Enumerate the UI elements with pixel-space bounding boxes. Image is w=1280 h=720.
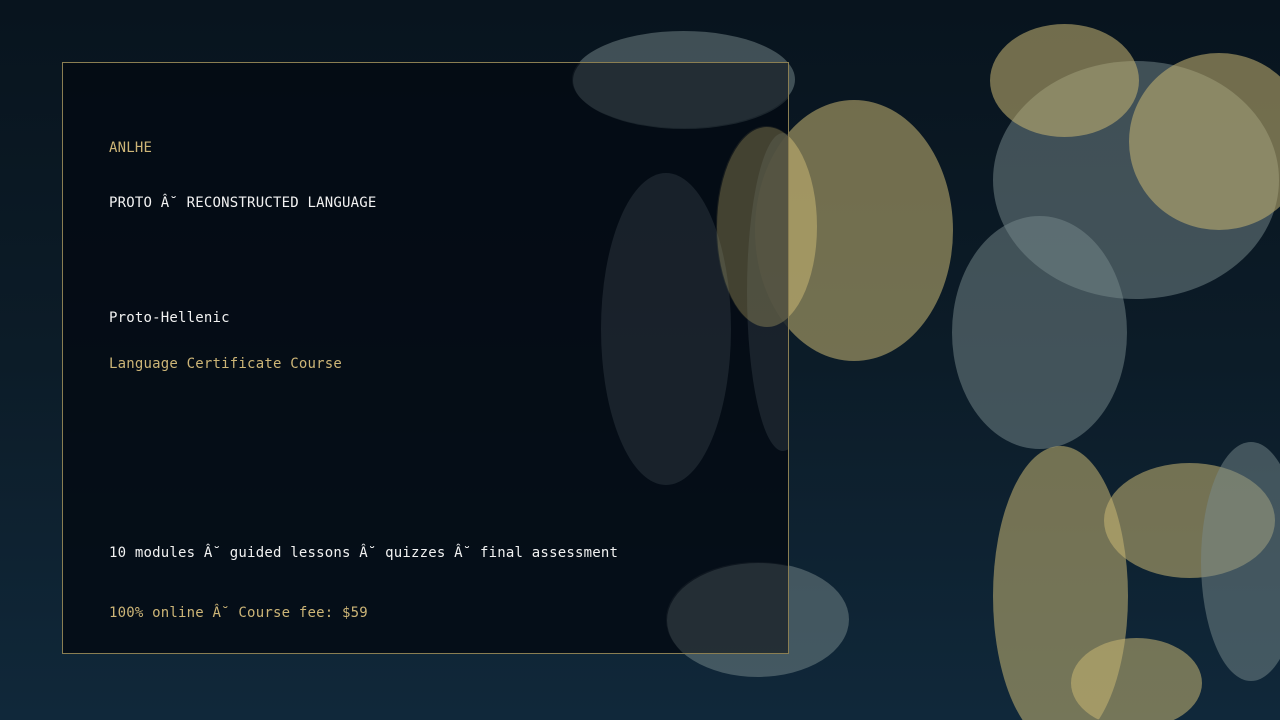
bokeh-circle <box>952 216 1127 449</box>
course-details: 10 modules Â˘ guided lessons Â˘ quizzes … <box>109 545 619 561</box>
bokeh-circle <box>667 563 788 653</box>
bokeh-circle <box>601 173 731 485</box>
course-title: Proto-Hellenic <box>109 310 230 326</box>
course-fee: 100% online Â˘ Course fee: $59 <box>109 605 368 621</box>
course-subtitle: Language Certificate Course <box>109 356 342 372</box>
course-card: ANLHE PROTO Â˘ RECONSTRUCTED LANGUAGE Pr… <box>62 62 789 654</box>
bokeh-circle <box>1071 638 1202 720</box>
bokeh-circle <box>990 24 1139 137</box>
bokeh-circle <box>573 63 788 129</box>
course-kicker: PROTO Â˘ RECONSTRUCTED LANGUAGE <box>109 195 377 211</box>
brand-label: ANLHE <box>109 140 153 156</box>
